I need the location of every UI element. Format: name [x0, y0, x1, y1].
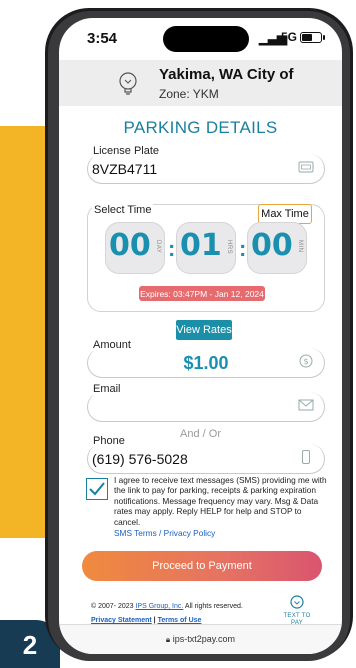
- copyright-prefix: © 2007- 2023: [91, 603, 134, 610]
- svg-text:$: $: [303, 357, 308, 366]
- privacy-policy-link[interactable]: Privacy Policy: [164, 528, 216, 538]
- envelope-icon: [298, 399, 314, 411]
- days-unit: DAY: [155, 240, 161, 254]
- hours-value: 01: [180, 228, 222, 263]
- time-separator: :: [168, 236, 176, 261]
- dollar-icon: $: [299, 354, 313, 368]
- sms-links: SMS Terms / Privacy Policy: [114, 528, 215, 538]
- terms-of-use-link[interactable]: Terms of Use: [158, 617, 202, 624]
- max-time-button[interactable]: Max Time: [258, 204, 312, 224]
- mobile-phone-icon: [302, 450, 310, 464]
- phone-screen: 3:54 ▁▃▅ 5G Yakima, WA City of Zone: YKM…: [59, 18, 342, 654]
- amount-value: $1.00: [183, 353, 229, 373]
- lightbulb-icon: [119, 72, 137, 95]
- page-title: PARKING DETAILS: [123, 118, 278, 137]
- privacy-statement-link[interactable]: Privacy Statement: [91, 617, 152, 624]
- footer-divider: |: [153, 617, 156, 624]
- view-rates-button[interactable]: View Rates: [176, 320, 232, 340]
- zone-label: Zone: YKM: [159, 87, 219, 101]
- dynamic-island: [163, 26, 249, 52]
- url-value: ips-txt2pay.com: [172, 634, 236, 644]
- lock-icon: 🔒︎: [165, 635, 171, 644]
- phone-label: Phone: [91, 435, 127, 447]
- time-separator: :: [239, 236, 247, 261]
- battery-icon: [300, 32, 325, 43]
- sms-consent-checkbox[interactable]: [86, 478, 108, 500]
- status-bar: 3:54 ▁▃▅ 5G: [59, 18, 342, 58]
- days-dial[interactable]: 00 DAY: [105, 222, 165, 274]
- days-value: 00: [109, 228, 151, 263]
- proceed-to-payment-button[interactable]: Proceed to Payment: [82, 551, 322, 581]
- minutes-unit: MIN: [297, 240, 303, 253]
- rights-text: All rights reserved.: [184, 603, 243, 610]
- sms-consent-text: I agree to receive text messages (SMS) p…: [114, 475, 327, 527]
- license-plate-field[interactable]: License Plate 8VZB4711: [87, 145, 325, 184]
- checkmark-icon: [89, 482, 105, 496]
- license-plate-value[interactable]: 8VZB4711: [92, 161, 157, 177]
- ips-group-link[interactable]: IPS Group, Inc.: [135, 603, 183, 610]
- network-type: 5G: [281, 30, 298, 44]
- minutes-dial[interactable]: 00 MIN: [247, 222, 307, 274]
- city-name: Yakima, WA City of: [159, 66, 294, 83]
- license-plate-label: License Plate: [91, 145, 162, 157]
- hours-dial[interactable]: 01 HRS: [176, 222, 236, 274]
- status-time: 3:54: [87, 30, 118, 47]
- email-label: Email: [91, 383, 123, 395]
- phone-field[interactable]: Phone (619) 576-5028: [87, 435, 325, 474]
- license-plate-icon[interactable]: [298, 160, 314, 174]
- hours-unit: HRS: [226, 240, 232, 255]
- copyright-text: © 2007- 2023 IPS Group, Inc. All rights …: [91, 603, 243, 610]
- phone-value[interactable]: (619) 576-5028: [92, 451, 188, 467]
- sms-terms-link[interactable]: SMS Terms: [114, 528, 157, 538]
- url-text[interactable]: 🔒︎ ips-txt2pay.com: [59, 634, 342, 645]
- select-time-label: Select Time: [92, 204, 154, 216]
- amount-field: Amount $1.00 $: [87, 339, 325, 378]
- browser-url-bar[interactable]: 🔒︎ ips-txt2pay.com: [59, 624, 342, 654]
- footer-links: Privacy Statement | Terms of Use: [91, 617, 201, 624]
- email-field[interactable]: Email: [87, 383, 325, 422]
- city-header: Yakima, WA City of Zone: YKM: [59, 60, 342, 106]
- links-separator: /: [159, 528, 162, 538]
- expiration-badge: Expires: 03:47PM - Jan 12, 2024: [139, 286, 265, 301]
- minutes-value: 00: [251, 228, 293, 263]
- amount-label: Amount: [91, 339, 133, 351]
